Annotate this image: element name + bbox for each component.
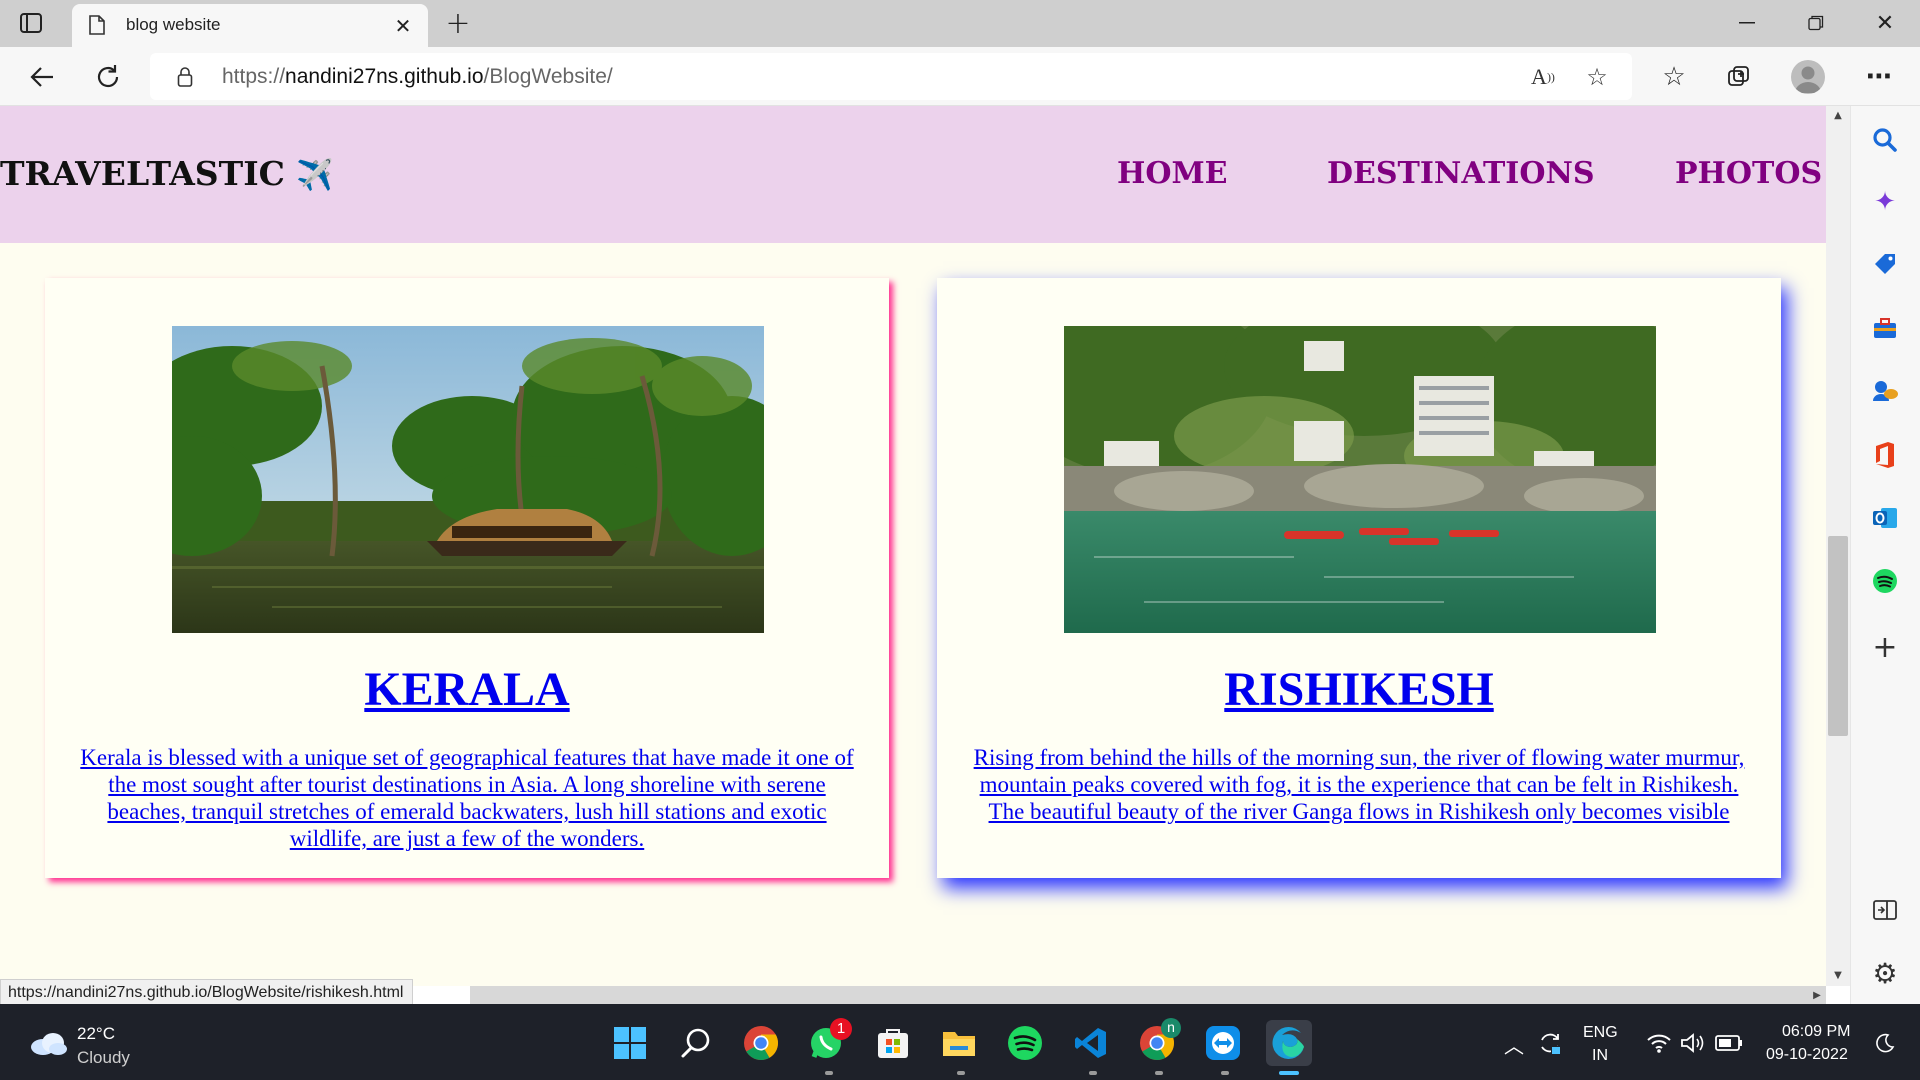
active-app-indicator — [1279, 1071, 1299, 1075]
card-description[interactable]: Rising from behind the hills of the morn… — [965, 744, 1753, 825]
weather-icon[interactable] — [26, 1026, 70, 1060]
url-path: /BlogWebsite/ — [483, 65, 613, 88]
restore-icon[interactable] — [1801, 8, 1831, 38]
edge-sidebar — [1850, 106, 1920, 1004]
show-hidden-icons-icon[interactable]: ︿ — [1500, 1030, 1528, 1058]
sync-icon[interactable] — [1535, 1028, 1565, 1058]
profile-icon[interactable] — [1791, 60, 1825, 94]
games-icon[interactable] — [1866, 372, 1904, 410]
active-tab[interactable]: blog website ✕ — [72, 4, 428, 47]
card-title[interactable]: KERALA — [45, 662, 889, 717]
card-title[interactable]: RISHIKESH — [937, 662, 1781, 717]
rishikesh-photo[interactable] — [1064, 326, 1656, 633]
language-region[interactable]: IN — [1592, 1047, 1608, 1065]
teamviewer-icon[interactable] — [1200, 1020, 1246, 1066]
browser-toolbar: https://nandini27ns.github.io/BlogWebsit… — [0, 47, 1920, 106]
minimize-icon[interactable] — [1732, 8, 1762, 38]
scrollbar-thumb[interactable] — [1828, 536, 1848, 736]
settings-icon[interactable]: ⚙ — [1866, 954, 1904, 992]
tab-title: blog website — [126, 15, 221, 34]
back-icon[interactable] — [26, 61, 58, 93]
clock-time[interactable]: 06:09 PM — [1782, 1023, 1850, 1041]
new-tab-icon[interactable]: + — [443, 6, 473, 41]
horizontal-scrollbar[interactable]: ▶ — [470, 986, 1826, 1004]
url-text[interactable]: https://nandini27ns.github.io/BlogWebsit… — [222, 65, 613, 89]
weather-temp[interactable]: 22°C — [77, 1024, 115, 1044]
split-screen-icon[interactable] — [1866, 891, 1904, 929]
close-tab-icon[interactable]: ✕ — [390, 13, 416, 39]
url-host: nandini27ns.github.io — [285, 65, 484, 88]
store-icon[interactable] — [870, 1020, 916, 1066]
vscode-icon[interactable] — [1068, 1020, 1114, 1066]
language-code[interactable]: ENG — [1583, 1024, 1618, 1042]
windows-start-icon[interactable] — [607, 1020, 653, 1066]
scroll-right-icon[interactable]: ▶ — [1810, 988, 1824, 1002]
url-prefix: https:// — [222, 65, 286, 88]
running-indicator — [957, 1071, 965, 1075]
scroll-down-icon[interactable]: ▼ — [1831, 968, 1845, 982]
destination-card-rishikesh[interactable]: RISHIKESH Rising from behind the hills o… — [937, 278, 1781, 878]
spotify-icon[interactable] — [1866, 562, 1904, 600]
volume-icon[interactable] — [1678, 1030, 1706, 1056]
profile-badge: n — [1161, 1018, 1181, 1038]
page-icon — [86, 13, 108, 37]
logo-text: TRAVELTASTIC — [0, 154, 285, 193]
favorites-icon[interactable]: ☆ — [1657, 61, 1691, 93]
wifi-icon[interactable] — [1645, 1030, 1673, 1056]
shopping-icon[interactable] — [1866, 245, 1904, 283]
search-icon[interactable] — [673, 1020, 719, 1066]
office-icon[interactable] — [1866, 436, 1904, 474]
running-indicator — [1221, 1071, 1229, 1075]
running-indicator — [825, 1071, 833, 1075]
more-icon[interactable]: ⋯ — [1862, 61, 1896, 93]
nav-photos[interactable]: PHOTOS — [1675, 156, 1822, 191]
refresh-icon[interactable] — [92, 61, 124, 93]
notification-badge: 1 — [830, 1018, 852, 1040]
file-explorer-icon[interactable] — [936, 1020, 982, 1066]
lock-icon[interactable] — [175, 65, 195, 89]
window-close-icon[interactable]: ✕ — [1870, 8, 1900, 38]
outlook-icon[interactable] — [1866, 499, 1904, 537]
clock-date[interactable]: 09-10-2022 — [1766, 1046, 1848, 1064]
scroll-up-icon[interactable]: ▲ — [1831, 108, 1845, 122]
edge-icon[interactable] — [1266, 1020, 1312, 1066]
site-logo[interactable]: TRAVELTASTIC ✈️ — [0, 154, 334, 193]
collections-icon[interactable] — [1722, 61, 1756, 93]
site-header: TRAVELTASTIC ✈️ HOME DESTINATIONS PHOTOS — [0, 106, 1826, 243]
chrome-icon[interactable] — [738, 1020, 784, 1066]
destination-card-kerala[interactable]: KERALA Kerala is blessed with a unique s… — [45, 278, 889, 878]
notification-moon-icon[interactable] — [1872, 1030, 1898, 1056]
search-icon[interactable] — [1866, 121, 1904, 159]
card-description[interactable]: Kerala is blessed with a unique set of g… — [73, 744, 861, 852]
copilot-icon[interactable]: ✦ — [1866, 183, 1904, 221]
airplane-icon: ✈️ — [296, 158, 334, 193]
running-indicator — [1155, 1071, 1163, 1075]
battery-icon[interactable] — [1714, 1030, 1744, 1056]
read-aloud-icon[interactable]: A)) — [1528, 63, 1558, 91]
add-icon[interactable]: + — [1866, 628, 1904, 666]
tab-actions-icon[interactable] — [18, 10, 44, 36]
address-bar[interactable]: https://nandini27ns.github.io/BlogWebsit… — [150, 53, 1632, 100]
kerala-photo[interactable] — [172, 326, 764, 633]
page-viewport: TRAVELTASTIC ✈️ HOME DESTINATIONS PHOTOS — [0, 106, 1826, 986]
nav-home[interactable]: HOME — [1117, 156, 1228, 191]
spotify-icon[interactable] — [1002, 1020, 1048, 1066]
tools-icon[interactable] — [1866, 309, 1904, 347]
nav-destinations[interactable]: DESTINATIONS — [1327, 156, 1595, 191]
weather-desc[interactable]: Cloudy — [77, 1048, 130, 1068]
running-indicator — [1089, 1071, 1097, 1075]
tab-bar: blog website ✕ + ✕ — [0, 0, 1920, 47]
add-favorite-icon[interactable]: ☆ — [1582, 63, 1612, 91]
status-bar-url: https://nandini27ns.github.io/BlogWebsit… — [0, 979, 414, 1007]
